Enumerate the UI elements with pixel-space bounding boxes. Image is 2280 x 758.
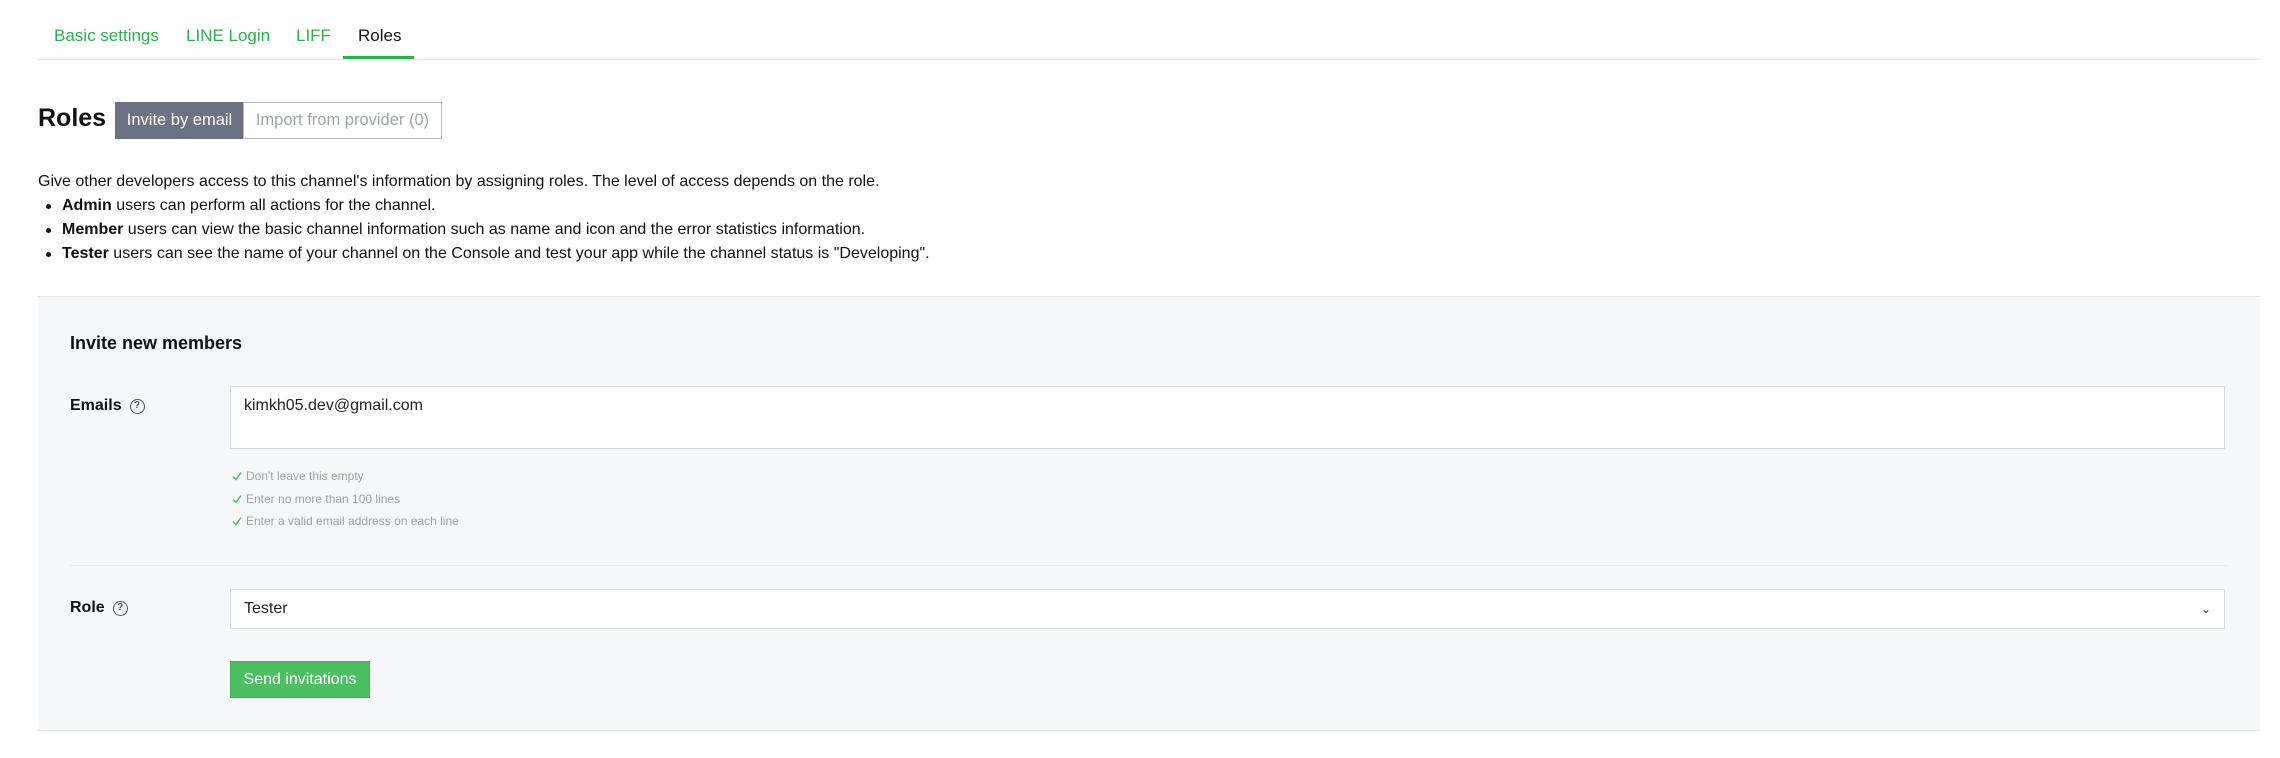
role-list-item: Tester users can see the name of your ch… xyxy=(38,242,930,266)
check-icon xyxy=(232,494,242,504)
role-name: Member xyxy=(62,221,124,238)
validation-hint: Enter a valid email address on each line xyxy=(232,510,459,533)
role-list-item: Admin users can perform all actions for … xyxy=(38,194,930,218)
emails-textarea[interactable]: kimkh05.dev@gmail.com xyxy=(230,386,2225,449)
send-invitations-button[interactable]: Send invitations xyxy=(230,661,370,698)
page-title: Roles xyxy=(38,104,107,132)
validation-hint-text: Enter no more than 100 lines xyxy=(246,491,401,506)
import-from-provider-button[interactable]: Import from provider (0) xyxy=(243,102,442,139)
email-validation-hints: Don't leave this empty Enter no more tha… xyxy=(232,465,459,533)
description-intro: Give other developers access to this cha… xyxy=(38,173,880,190)
roles-description: Give other developers access to this cha… xyxy=(38,170,930,266)
role-list: Admin users can perform all actions for … xyxy=(38,194,930,266)
validation-hint: Don't leave this empty xyxy=(232,465,459,488)
role-label: Role ? xyxy=(70,599,128,617)
tab-roles[interactable]: Roles xyxy=(358,26,401,59)
role-label-text: Role xyxy=(70,599,105,616)
emails-label: Emails ? xyxy=(70,397,145,415)
tab-line-login[interactable]: LINE Login xyxy=(186,26,270,59)
chevron-down-icon: ⌄ xyxy=(2200,602,2211,616)
validation-hint-text: Enter a valid email address on each line xyxy=(246,514,459,528)
tab-bar: Basic settings LINE Login LIFF Roles xyxy=(38,0,2260,60)
section-divider xyxy=(70,565,2227,566)
question-circle-icon[interactable]: ? xyxy=(129,398,145,414)
role-text: users can perform all actions for the ch… xyxy=(111,197,436,214)
tab-liff[interactable]: LIFF xyxy=(296,26,331,59)
invite-panel: Invite new members Emails ? kimkh05.dev@… xyxy=(38,296,2260,731)
role-name: Tester xyxy=(62,245,109,262)
role-select-value: Tester xyxy=(244,600,288,617)
tab-basic-settings[interactable]: Basic settings xyxy=(54,26,159,59)
question-circle-icon[interactable]: ? xyxy=(112,600,128,616)
validation-hint: Enter no more than 100 lines xyxy=(232,488,459,511)
invite-by-email-button[interactable]: Invite by email xyxy=(115,102,244,139)
emails-label-text: Emails xyxy=(70,397,122,414)
active-tab-indicator xyxy=(343,56,414,59)
role-list-item: Member users can view the basic channel … xyxy=(38,218,930,242)
check-icon xyxy=(232,517,242,526)
role-text: users can see the name of your channel o… xyxy=(108,245,930,262)
invite-panel-title: Invite new members xyxy=(70,333,243,353)
role-select[interactable]: Tester ⌄ xyxy=(230,589,2225,629)
role-text: users can view the basic channel informa… xyxy=(123,221,866,238)
role-name: Admin xyxy=(62,197,112,214)
check-icon xyxy=(232,472,242,481)
validation-hint-text: Don't leave this empty xyxy=(246,469,364,483)
